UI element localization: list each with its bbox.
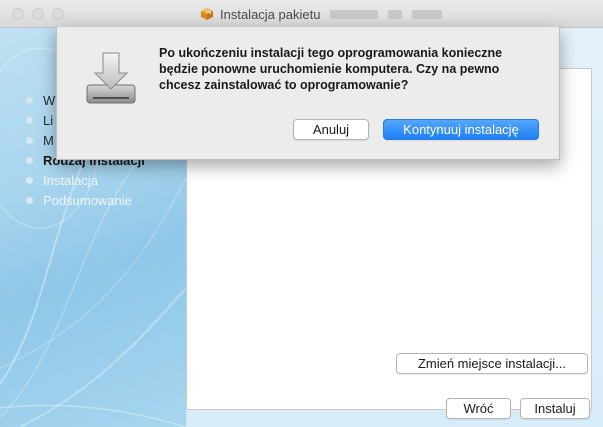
redacted-package-name	[412, 9, 443, 19]
title-bar[interactable]: Instalacja pakietu	[0, 0, 603, 28]
installer-window: Instalacja pakietu W Li M Rodzaj instala…	[0, 0, 603, 427]
redacted-package-name	[330, 9, 379, 19]
step-label: Podsumowanie	[43, 192, 132, 208]
step-label: Li	[43, 112, 54, 128]
zoom-window-button[interactable]	[52, 8, 64, 20]
installer-disk-icon	[86, 52, 136, 104]
close-window-button[interactable]	[12, 8, 24, 20]
step-bullet	[26, 116, 33, 124]
restart-warning-message: Po ukończeniu instalacji tego oprogramow…	[159, 46, 503, 92]
back-button[interactable]: Wróć	[446, 398, 511, 419]
step-bullet	[26, 156, 33, 164]
step-label: Instalacja	[43, 172, 98, 188]
step-bullet	[26, 196, 33, 204]
redacted-package-name	[388, 9, 403, 19]
cancel-button[interactable]: Anuluj	[293, 119, 369, 140]
window-title-group: Instalacja pakietu	[200, 6, 443, 22]
step-label: M	[43, 132, 54, 148]
restart-confirmation-sheet: Po ukończeniu instalacji tego oprogramow…	[56, 27, 560, 160]
step-item: Instalacja	[26, 170, 145, 190]
step-item: Podsumowanie	[26, 190, 145, 210]
continue-installation-button[interactable]: Kontynuuj instalację	[383, 119, 539, 140]
step-bullet	[26, 136, 33, 144]
step-bullet	[26, 96, 33, 104]
minimize-window-button[interactable]	[32, 8, 44, 20]
package-icon	[201, 8, 213, 20]
install-button[interactable]: Instaluj	[520, 398, 590, 419]
window-title: Instalacja pakietu	[220, 6, 321, 22]
change-install-location-button[interactable]: Zmień miejsce instalacji...	[396, 353, 588, 374]
step-bullet	[26, 176, 33, 184]
step-label: W	[43, 92, 56, 108]
